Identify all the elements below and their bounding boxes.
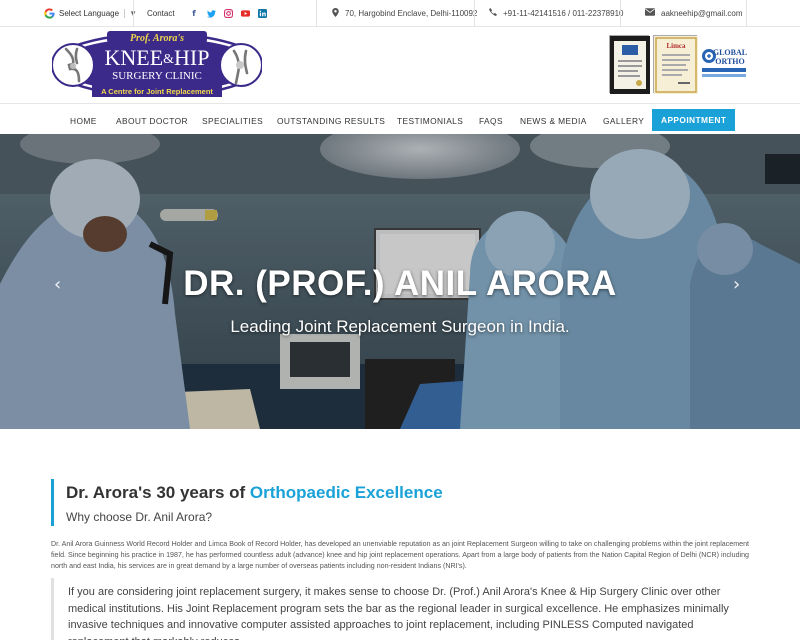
logo-name-knee: KNEE [105, 45, 164, 70]
top-bar: Select Language ▼ Contact f 70, Hargobin… [0, 0, 800, 27]
nav-news-media[interactable]: NEWS & MEDIA [520, 110, 587, 131]
chevron-down-icon: ▼ [124, 9, 137, 18]
limca-certificate[interactable]: Limca [653, 35, 698, 94]
nav-gallery[interactable]: GALLERY [603, 110, 644, 131]
global-ortho-title: GLOBAL [713, 48, 747, 57]
nav-testimonials[interactable]: TESTIMONIALS [397, 110, 463, 131]
email[interactable]: aakneehip@gmail.com [645, 0, 743, 27]
linkedin-icon[interactable] [257, 9, 267, 19]
twitter-icon[interactable] [206, 9, 216, 19]
intro-heading-block: Dr. Arora's 30 years of Orthopaedic Exce… [51, 479, 751, 526]
logo-subtitle: SURGERY CLINIC [112, 70, 202, 82]
logo-prefix: Prof. Arora's [130, 33, 184, 44]
divider [620, 0, 621, 27]
facebook-icon[interactable]: f [189, 9, 199, 19]
appointment-button[interactable]: APPOINTMENT [652, 109, 736, 131]
guinness-certificate[interactable] [609, 35, 650, 94]
limca-label: Limca [666, 42, 686, 50]
nav-outstanding-results[interactable]: OUTSTANDING RESULTS [277, 110, 385, 131]
divider [746, 0, 747, 27]
nav-home[interactable]: HOME [70, 110, 97, 131]
instagram-icon[interactable] [223, 9, 233, 19]
award-badges: Limca GLOBAL ORTHO [609, 35, 749, 94]
global-ortho-sub: ORTHO [715, 57, 745, 66]
section-subheading: Why choose Dr. Anil Arora? [66, 510, 213, 524]
contact-link[interactable]: Contact [147, 0, 175, 27]
hero-slider: ‹ › DR. (PROF.) ANIL ARORA Leading Joint… [0, 134, 800, 429]
phone-text: +91-11-42141516 / 011-22378910 [503, 9, 624, 18]
address-text: 70, Hargobind Enclave, Delhi-110092 [345, 9, 478, 18]
phone-icon [489, 8, 497, 19]
blockquote-text: If you are considering joint replacement… [68, 586, 729, 640]
hero-subtitle: Leading Joint Replacement Surgeon in Ind… [230, 317, 570, 336]
logo-tagline: A Centre for Joint Replacement [101, 87, 213, 96]
youtube-icon[interactable] [240, 9, 250, 19]
language-selector[interactable]: Select Language ▼ [44, 0, 137, 27]
language-label: Select Language [59, 9, 120, 18]
intro-paragraph: Dr. Anil Arora Guinness World Record Hol… [51, 540, 749, 570]
heading-accent: Orthopaedic Excellence [249, 483, 443, 502]
email-text: aakneehip@gmail.com [661, 9, 743, 18]
logo-ampersand: & [163, 52, 174, 67]
site-header: Prof. Arora's KNEE&HIP SURGERY CLINIC A … [0, 27, 800, 103]
divider [474, 0, 475, 27]
nav-specialities[interactable]: SPECIALITIES [202, 110, 263, 131]
svg-text:KNEE&HIP: KNEE&HIP [105, 45, 210, 70]
map-marker-icon [332, 7, 339, 20]
nav-faqs[interactable]: FAQS [479, 110, 503, 131]
social-links: f [189, 0, 267, 27]
main-nav: HOME ABOUT DOCTOR SPECIALITIES OUTSTANDI… [0, 103, 800, 134]
blockquote: If you are considering joint replacement… [51, 578, 751, 640]
clinic-logo[interactable]: Prof. Arora's KNEE&HIP SURGERY CLINIC A … [51, 31, 263, 98]
google-icon [44, 8, 55, 19]
envelope-icon [645, 8, 655, 19]
nav-about-doctor[interactable]: ABOUT DOCTOR [116, 110, 188, 131]
global-ortho-badge[interactable]: GLOBAL ORTHO [701, 44, 747, 84]
phone[interactable]: +91-11-42141516 / 011-22378910 [489, 0, 623, 27]
divider [133, 0, 134, 27]
divider [316, 0, 317, 27]
hero-title: DR. (PROF.) ANIL ARORA [183, 264, 617, 303]
heading-plain: Dr. Arora's 30 years of [66, 483, 250, 502]
address: 70, Hargobind Enclave, Delhi-110092 [332, 0, 477, 27]
logo-name-hip: HIP [174, 45, 209, 70]
section-heading: Dr. Arora's 30 years of Orthopaedic Exce… [66, 483, 443, 503]
